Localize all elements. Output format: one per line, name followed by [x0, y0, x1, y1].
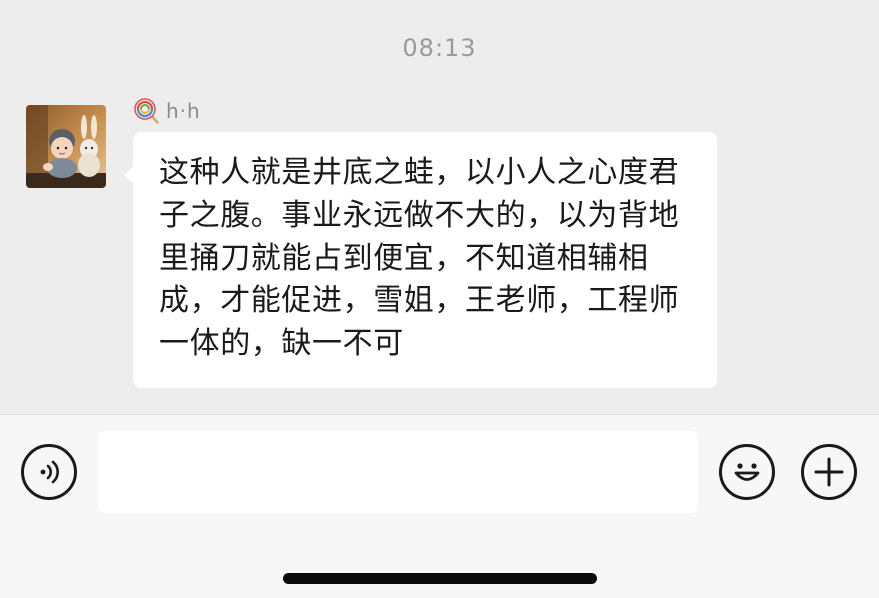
chat-screen: 08:13 h·h 这种人就是井底之蛙，以小人之心度君子之腹。事业永远做不大的，…	[0, 0, 879, 598]
emoji-button[interactable]	[719, 444, 775, 500]
home-indicator[interactable]	[283, 573, 597, 584]
voice-icon	[40, 460, 59, 484]
message-list[interactable]: 08:13 h·h 这种人就是井底之蛙，以小人之心度君子之腹。事业永远做不大的，…	[0, 0, 879, 414]
message-timestamp: 08:13	[402, 34, 477, 62]
voice-button[interactable]	[21, 444, 77, 500]
plus-icon	[814, 457, 844, 487]
sender-name[interactable]: h·h	[166, 99, 201, 123]
lollipop-icon	[134, 98, 159, 124]
message-bubble[interactable]: 这种人就是井底之蛙，以小人之心度君子之腹。事业永远做不大的，以为背地里捅刀就能占…	[124, 132, 717, 388]
message-text: 这种人就是井底之蛙，以小人之心度君子之腹。事业永远做不大的，以为背地里捅刀就能占…	[159, 155, 680, 362]
baby-with-plush-rabbit-photo	[26, 105, 106, 188]
message-input[interactable]	[98, 431, 698, 513]
sender-header: h·h	[134, 96, 201, 126]
plus-button[interactable]	[801, 444, 857, 500]
avatar[interactable]	[26, 105, 106, 188]
emoji-icon	[734, 463, 760, 481]
input-bar	[0, 414, 879, 598]
